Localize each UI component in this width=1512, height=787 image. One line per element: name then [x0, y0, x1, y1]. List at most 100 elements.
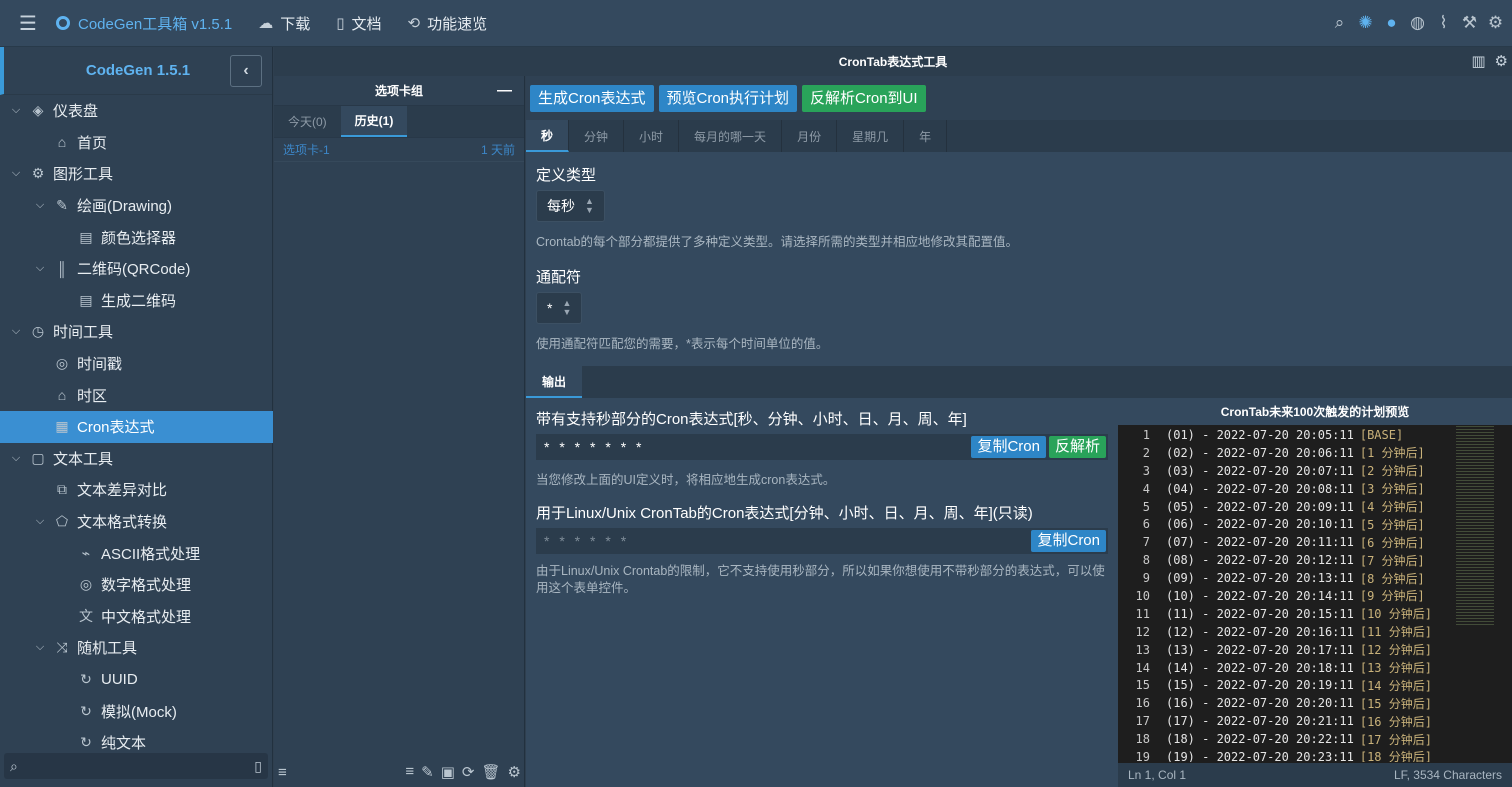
add-list-icon[interactable]: ≡	[405, 763, 414, 781]
panel-toggle-icon[interactable]: ▥	[1471, 52, 1485, 70]
app-brand[interactable]: CodeGen工具箱 v1.5.1	[56, 13, 232, 34]
sidebar-tree: ⌵ ◈ 仪表盘 ⌂ 首页 ⌵ ⚙ 图形工具 ⌵ ✎ 绘画(Drawing) ▤ 颜色选择器 ⌵ ║ 二维码(Q…	[0, 95, 273, 758]
parse-cron-button[interactable]: 反解析Cron到UI	[802, 84, 926, 112]
sidebar-item[interactable]: ▤ 生成二维码	[0, 285, 273, 317]
sidebar-search[interactable]: ⌕ ▯	[4, 753, 268, 779]
gear-icon[interactable]: ⚙	[508, 763, 521, 781]
code-line: 17 (17) - 2022-07-20 20:21:11 [16 分钟后]	[1118, 712, 1512, 730]
overview-icon: ⟲	[407, 15, 421, 32]
expr1-input[interactable]: * * * * * * * 复制Cron 反解析	[536, 434, 1108, 460]
chevron-down-icon[interactable]: ⌵	[32, 262, 48, 275]
expr2-input[interactable]: * * * * * * 复制Cron	[536, 528, 1108, 554]
chevron-down-icon[interactable]: ⌵	[32, 199, 48, 212]
sidebar-item-label: 颜色选择器	[101, 229, 177, 247]
sidebar-title: CodeGen 1.5.1	[85, 62, 191, 79]
sidebar-item-label: UUID	[101, 670, 138, 688]
chevron-down-icon[interactable]: ⌵	[32, 641, 48, 654]
menu-icon[interactable]: ☰	[0, 11, 56, 36]
sidebar-item[interactable]: ⌵ ◈ 仪表盘	[0, 95, 273, 127]
schedule-offset: [14 分钟后]	[1359, 678, 1432, 693]
sidebar-item[interactable]: ⌵ ◷ 时间工具	[0, 316, 273, 348]
code-line: 10 (10) - 2022-07-20 20:14:11 [9 分钟后]	[1118, 587, 1512, 605]
tab-second[interactable]: 秒	[526, 120, 570, 152]
globe-icon[interactable]: ◍	[1409, 13, 1426, 33]
chevron-down-icon[interactable]: ⌵	[8, 452, 24, 465]
sidebar-item-label: 文本差异对比	[77, 482, 168, 500]
sidebar-item[interactable]: ⌵ ✎ 绘画(Drawing)	[0, 190, 273, 222]
sidebar-item[interactable]: ◎ 时间戳	[0, 348, 273, 380]
updown-icon: ▲ ▼	[562, 298, 572, 317]
sidebar-item[interactable]: ▦ Cron表达式	[0, 410, 273, 443]
edit-icon[interactable]: ✎	[421, 763, 434, 781]
parse-button[interactable]: 反解析	[1048, 436, 1106, 458]
line-number: 5	[1142, 499, 1150, 514]
tab-minute[interactable]: 分钟	[569, 120, 625, 152]
chevron-down-icon[interactable]: ⌵	[8, 104, 24, 117]
copy-cron-button[interactable]: 复制Cron	[971, 436, 1046, 458]
sidebar-item[interactable]: ◎ 数字格式处理	[0, 569, 273, 601]
wildcard-select[interactable]: * ▲ ▼	[536, 292, 583, 324]
gear-icon[interactable]: ⚙	[1487, 13, 1504, 33]
search-icon[interactable]: ⌕	[1331, 13, 1348, 33]
tab-hour[interactable]: 小时	[624, 120, 680, 152]
list-item[interactable]: 选项卡-1 1 天前	[274, 138, 524, 162]
trash-icon[interactable]: 🗑	[482, 763, 501, 781]
list-icon[interactable]: ≡	[278, 764, 287, 781]
chevron-down-icon[interactable]: ⌵	[32, 515, 48, 528]
nav-download[interactable]: ☁ 下载	[258, 13, 310, 34]
output-panel: 带有支持秒部分的Cron表达式[秒、分钟、小时、日、月、周、年] * * * *…	[526, 398, 1118, 787]
sidebar-item-label: 随机工具	[77, 640, 138, 658]
tab-weekday[interactable]: 星期几	[837, 120, 905, 152]
sidebar-item[interactable]: ⌵ ⚙ 图形工具	[0, 158, 273, 190]
search-icon: ⌕	[10, 757, 18, 774]
collapse-sidebar-button[interactable]: ‹	[230, 55, 262, 87]
save-icon[interactable]: ▣	[441, 763, 455, 781]
book-icon[interactable]: ▯	[254, 758, 262, 775]
nav-docs[interactable]: ▯ 文档	[336, 13, 381, 34]
chevron-down-icon[interactable]: ⌵	[8, 167, 24, 180]
user-icon[interactable]: ●	[1383, 13, 1400, 33]
chevron-down-icon[interactable]: ⌵	[8, 325, 24, 338]
tab-today[interactable]: 今天(0)	[274, 106, 341, 137]
settings-icon[interactable]: ⚙	[1495, 52, 1508, 70]
line-number: 12	[1135, 624, 1150, 639]
sidebar-item[interactable]: ⌁ ASCII格式处理	[0, 537, 273, 569]
sidebar-item[interactable]: ⧉ 文本差异对比	[0, 474, 273, 506]
copy-cron-button-2[interactable]: 复制Cron	[1031, 530, 1106, 552]
sun-icon[interactable]: ✺	[1357, 13, 1374, 33]
paperclip-icon[interactable]: ⌇	[1435, 13, 1452, 33]
tab-output[interactable]: 输出	[526, 366, 583, 398]
tab-day-of-month[interactable]: 每月的哪一天	[679, 120, 783, 152]
sidebar-item[interactable]: ⌵ ⬠ 文本格式转换	[0, 506, 273, 538]
diff-icon: ⧉	[57, 481, 67, 498]
sidebar-item[interactable]: ⌵ ║ 二维码(QRCode)	[0, 253, 273, 285]
sidebar-item[interactable]: ⌂ 时区	[0, 379, 273, 411]
sidebar-item[interactable]: ↻ 模拟(Mock)	[0, 695, 273, 727]
text-tool-icon: ▢	[31, 449, 45, 466]
code-line: 7 (07) - 2022-07-20 20:11:11 [6 分钟后]	[1118, 533, 1512, 551]
sidebar-item[interactable]: ▤ 颜色选择器	[0, 221, 273, 253]
nav-overview[interactable]: ⟲ 功能速览	[408, 13, 488, 34]
sidebar-item[interactable]: ⽂中文格式处理	[0, 601, 273, 633]
sidebar-item[interactable]: ⌵ ▢ 文本工具	[0, 443, 273, 475]
def-type-select[interactable]: 每秒 ▲ ▼	[536, 190, 605, 222]
sidebar-item[interactable]: ↻ UUID	[0, 664, 273, 696]
nav-overview-label: 功能速览	[427, 15, 488, 33]
tab-year[interactable]: 年	[904, 120, 948, 152]
tool-title: CronTab表达式工具	[838, 55, 948, 69]
minimap[interactable]	[1456, 426, 1494, 626]
sidebar-item[interactable]: ⌂ 首页	[0, 127, 273, 159]
tab-month[interactable]: 月份	[782, 120, 838, 152]
preview-plan-button[interactable]: 预览Cron执行计划	[658, 84, 798, 112]
minimize-icon[interactable]: —	[497, 82, 512, 99]
refresh-icon[interactable]: ⟳	[462, 763, 475, 781]
field-tabs: 秒 分钟 小时 每月的哪一天 月份 星期几 年	[526, 120, 1512, 152]
wrench-icon[interactable]: ⚒	[1461, 13, 1478, 33]
shuffle-icon: ⤨	[56, 639, 68, 656]
sidebar-item[interactable]: ⌵ ⤨ 随机工具	[0, 632, 273, 664]
convert-icon: ⬠	[55, 513, 69, 530]
tab-history[interactable]: 历史(1)	[340, 106, 408, 137]
preview-code[interactable]: 1 (01) - 2022-07-20 20:05:11 [BASE] 2 (02) -…	[1118, 426, 1512, 762]
code-line: 15 (15) - 2022-07-20 20:19:11 [14 分钟后]	[1118, 676, 1512, 694]
generate-cron-button[interactable]: 生成Cron表达式	[530, 84, 654, 112]
